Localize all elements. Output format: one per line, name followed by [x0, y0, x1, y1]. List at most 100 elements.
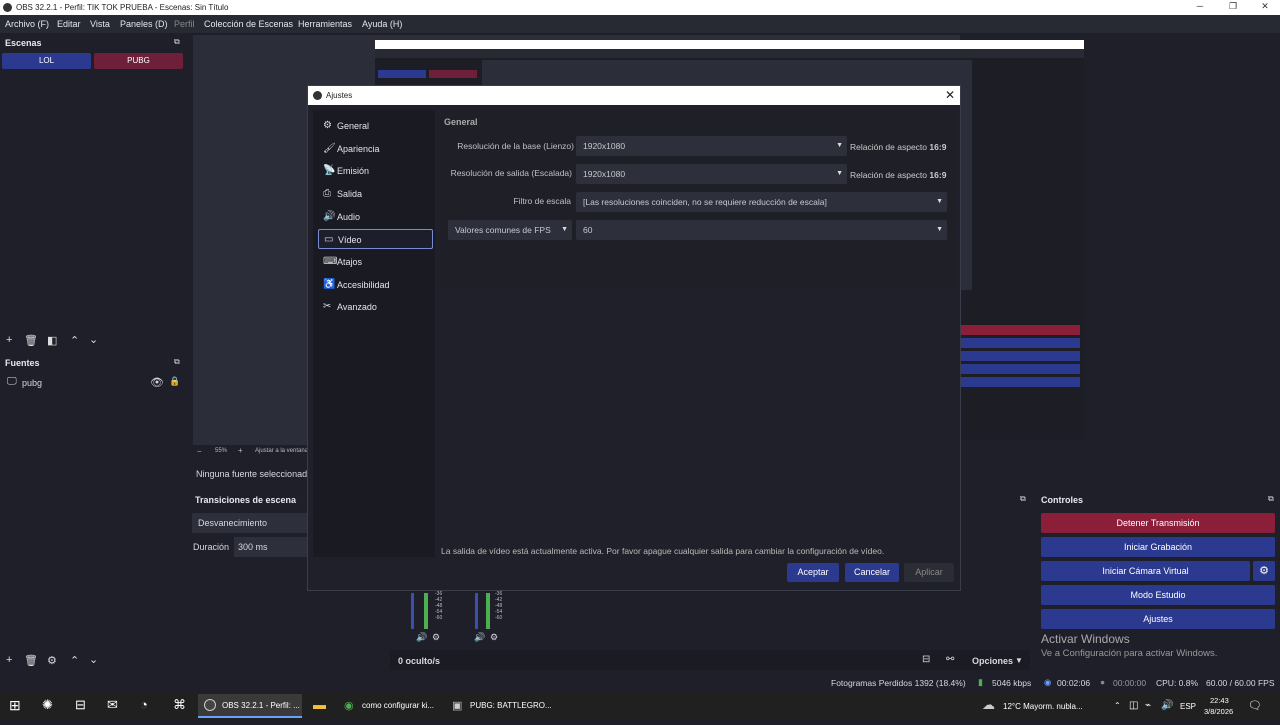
volume-icon[interactable]: 🔊	[1161, 700, 1173, 718]
trash-icon[interactable]: 🗑	[24, 654, 38, 667]
start-record-button[interactable]: Iniciar Grabación	[1041, 537, 1275, 557]
section-title: General	[444, 117, 478, 127]
nav-emision[interactable]: 📡 Emisión	[318, 161, 433, 181]
scene-item-lol[interactable]: LOL	[2, 53, 91, 69]
fps-value-select[interactable]: 60 ▼	[576, 220, 947, 240]
tray-icon[interactable]: ◫	[1129, 700, 1138, 718]
chevron-down-icon: ▼	[836, 142, 843, 149]
window-titlebar: OBS 32.2.1 - Perfil: TIK TOK PRUEBA - Es…	[0, 0, 1280, 15]
nav-accesibilidad[interactable]: ♿ Accesibilidad	[318, 275, 433, 295]
trash-icon[interactable]: 🗑	[24, 334, 38, 347]
eye-icon[interactable]: 👁	[150, 376, 164, 389]
notification-icon[interactable]: 🗨	[1248, 699, 1262, 717]
studio-mode-button[interactable]: Modo Estudio	[1041, 585, 1275, 605]
nav-apariencia[interactable]: 🖌 Apariencia	[318, 139, 433, 159]
gear-icon[interactable]: ⚙	[1253, 561, 1275, 581]
nav-atajos[interactable]: ⌨ Atajos	[318, 252, 433, 272]
menu-paneles[interactable]: Paneles (D)	[120, 19, 168, 29]
undock-icon[interactable]: ⧉	[174, 37, 180, 47]
copilot-icon[interactable]: ✺	[42, 697, 53, 715]
taskbar-chrome[interactable]: ◉ como configurar ki...	[338, 694, 442, 718]
taskbar-obs[interactable]: OBS 32.2.1 - Perfil: ...	[198, 694, 302, 718]
terminal-icon[interactable]: ⌘	[173, 697, 186, 715]
menu-coleccion[interactable]: Colección de Escenas	[204, 19, 293, 29]
taskbar-pubg[interactable]: ▣ PUBG: BATTLEGRO...	[446, 694, 552, 718]
add-scene-icon[interactable]: +	[6, 334, 12, 346]
layout-icon[interactable]: ⊟	[922, 654, 930, 665]
maximize-button[interactable]: ❐	[1218, 1, 1248, 14]
cancel-button[interactable]: Cancelar	[845, 563, 899, 582]
options-button[interactable]: Opciones	[972, 656, 1013, 666]
store-icon[interactable]: ⊟	[75, 697, 86, 715]
language-indicator[interactable]: ESP	[1180, 702, 1196, 720]
fit-window-button[interactable]: Ajustar a la ventana	[255, 448, 308, 454]
link-icon[interactable]: ⚯	[946, 654, 954, 665]
base-res-select[interactable]: 1920x1080 ▼	[576, 136, 847, 156]
menu-editar[interactable]: Editar	[57, 19, 81, 29]
menu-ayuda[interactable]: Ayuda (H)	[362, 19, 402, 29]
obs-logo-icon	[3, 3, 12, 12]
meter-ticks: -36 -42 -48 -54 -60	[495, 591, 503, 621]
add-source-icon[interactable]: +	[6, 654, 12, 666]
settings-icon[interactable]: ⚙	[432, 632, 440, 643]
duration-input[interactable]: 300 ms	[234, 537, 308, 557]
zoom-in-button[interactable]: +	[238, 446, 243, 455]
clock-date[interactable]: 3/8/2026	[1204, 707, 1233, 725]
fps-status: 60.00 / 60.00 FPS	[1206, 678, 1275, 688]
nav-audio[interactable]: 🔊 Audio	[318, 207, 433, 227]
scene-item-pubg[interactable]: PUBG	[94, 53, 183, 69]
move-up-icon[interactable]: ⌃	[70, 654, 79, 667]
menu-herramientas[interactable]: Herramientas	[298, 19, 352, 29]
undock-icon[interactable]: ⧉	[1268, 494, 1274, 504]
nav-general[interactable]: ⚙ General	[318, 116, 433, 136]
gear-icon[interactable]: ⚙	[47, 654, 57, 667]
nav-video[interactable]: ▭ Vídeo	[318, 229, 433, 249]
settings-dialog: Ajustes ✕ ⚙ General 🖌 Apariencia 📡 Emisión …	[307, 85, 961, 591]
settings-icon[interactable]: ⚙	[490, 632, 498, 643]
folder-icon[interactable]: ▬	[313, 697, 326, 715]
speaker-icon[interactable]: 🔊	[416, 632, 427, 643]
ok-button[interactable]: Aceptar	[787, 563, 839, 582]
base-res-label: Resolución de la base (Lienzo)	[457, 141, 574, 151]
scale-filter-select[interactable]: [Las resoluciones coinciden, no se requi…	[576, 192, 947, 212]
filter-icon[interactable]: ◧	[47, 334, 57, 347]
start-virtual-camera-button[interactable]: Iniciar Cámara Virtual	[1041, 561, 1250, 581]
move-down-icon[interactable]: ⌄	[89, 333, 98, 346]
output-res-select[interactable]: 1920x1080 ▼	[576, 164, 847, 184]
controls-title: Controles	[1041, 495, 1084, 505]
fps-type-select[interactable]: Valores comunes de FPS ▼	[448, 220, 572, 240]
network-icon[interactable]: ⌁	[1145, 700, 1151, 718]
weather-text[interactable]: 12°C Mayorm. nubla...	[1003, 702, 1083, 720]
tray-chevron-icon[interactable]: ⌃	[1114, 701, 1121, 719]
undock-icon[interactable]: ⧉	[1020, 494, 1026, 504]
move-up-icon[interactable]: ⌃	[70, 334, 79, 347]
minimize-button[interactable]: ─	[1185, 1, 1215, 14]
apply-button[interactable]: Aplicar	[904, 563, 954, 582]
stop-stream-button[interactable]: Detener Transmisión	[1041, 513, 1275, 533]
move-down-icon[interactable]: ⌄	[89, 653, 98, 666]
close-window-button[interactable]: ✕	[1250, 1, 1280, 14]
nav-salida[interactable]: ⎙ Salida	[318, 184, 433, 204]
signal-icon: ▮	[978, 677, 983, 687]
menu-vista[interactable]: Vista	[90, 19, 110, 29]
mail-icon[interactable]: ✉	[107, 697, 118, 715]
menu-archivo[interactable]: Archivo (F)	[5, 19, 49, 29]
source-item[interactable]: 🖵 pubg 👁 🔒	[7, 376, 185, 390]
close-icon[interactable]: ✕	[945, 88, 955, 102]
menu-perfil[interactable]: Perfil	[174, 19, 195, 29]
lock-icon[interactable]: 🔒	[169, 376, 180, 387]
meter-ticks: -36 -42 -48 -54 -60	[435, 591, 443, 621]
window-title: OBS 32.2.1 - Perfil: TIK TOK PRUEBA - Es…	[16, 3, 229, 12]
weather-icon[interactable]: ☁	[982, 697, 995, 715]
edge-icon[interactable]: ◔	[140, 697, 148, 715]
settings-button[interactable]: Ajustes	[1041, 609, 1275, 629]
menu-bar: Archivo (F) Editar Vista Paneles (D) Per…	[0, 15, 1280, 33]
transition-select[interactable]: Desvanecimiento	[192, 513, 308, 533]
undock-icon[interactable]: ⧉	[174, 357, 180, 367]
zoom-out-button[interactable]: −	[197, 447, 202, 456]
chrome-icon: ◉	[344, 700, 354, 712]
nav-avanzado[interactable]: ✂ Avanzado	[318, 297, 433, 317]
tools-icon: ✂	[323, 301, 332, 312]
windows-start-icon[interactable]: ⊞	[9, 697, 21, 715]
speaker-icon[interactable]: 🔊	[474, 632, 485, 643]
